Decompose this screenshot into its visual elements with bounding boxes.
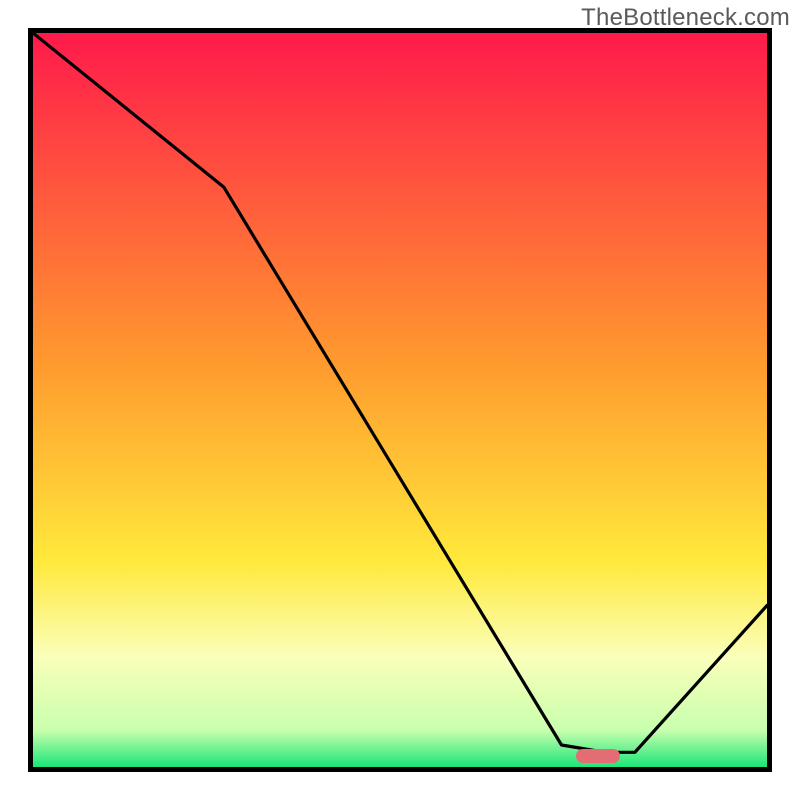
watermark-text: TheBottleneck.com [581, 4, 790, 32]
chart-canvas [33, 33, 767, 767]
chart-frame [28, 28, 772, 772]
optimal-marker [576, 749, 620, 763]
gradient-background [33, 33, 767, 767]
